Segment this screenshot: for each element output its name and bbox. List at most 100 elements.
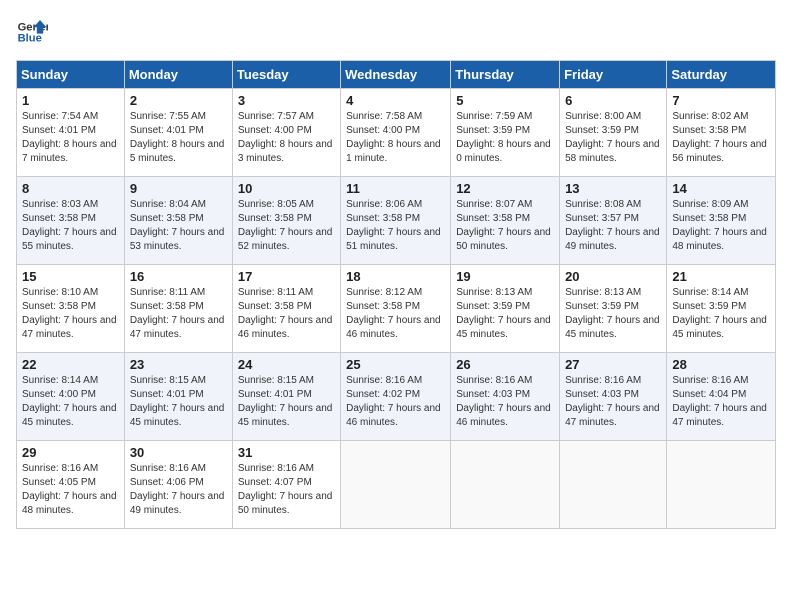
day-info: Sunrise: 8:10 AMSunset: 3:58 PMDaylight:… — [22, 286, 119, 342]
day-number: 18 — [346, 269, 445, 284]
logo: General Blue — [16, 16, 48, 48]
column-header-friday: Friday — [560, 61, 667, 89]
day-number: 27 — [565, 357, 661, 372]
day-info: Sunrise: 7:57 AMSunset: 4:00 PMDaylight:… — [238, 110, 335, 166]
day-cell-30: 30Sunrise: 8:16 AMSunset: 4:06 PMDayligh… — [124, 441, 232, 529]
day-cell-13: 13 Sunrise: 8:08 AMSunset: 3:57 PMDayligh… — [560, 177, 667, 265]
day-info: Sunrise: 8:05 AMSunset: 3:58 PMDaylight:… — [238, 198, 335, 254]
day-cell-5: 5 Sunrise: 7:59 AMSunset: 3:59 PMDaylight… — [451, 89, 560, 177]
day-cell-24: 24Sunrise: 8:15 AMSunset: 4:01 PMDayligh… — [232, 353, 340, 441]
day-info: Sunrise: 8:09 AMSunset: 3:58 PMDaylight:… — [672, 198, 770, 254]
day-cell-27: 27 Sunrise: 8:16 AMSunset: 4:03 PMDayligh… — [560, 353, 667, 441]
calendar-week-row: 15 Sunrise: 8:10 AMSunset: 3:58 PMDayligh… — [17, 265, 776, 353]
column-header-monday: Monday — [124, 61, 232, 89]
day-info: Sunrise: 8:11 AMSunset: 3:58 PMDaylight:… — [130, 286, 227, 342]
day-info: Sunrise: 8:16 AMSunset: 4:04 PMDaylight:… — [672, 374, 770, 430]
svg-text:Blue: Blue — [18, 33, 42, 45]
day-info: Sunrise: 8:06 AMSunset: 3:58 PMDaylight:… — [346, 198, 445, 254]
day-cell-22: 22Sunrise: 8:14 AMSunset: 4:00 PMDayligh… — [17, 353, 125, 441]
day-cell-12: 12 Sunrise: 8:07 AMSunset: 3:58 PMDayligh… — [451, 177, 560, 265]
column-header-wednesday: Wednesday — [341, 61, 451, 89]
day-info: Sunrise: 8:00 AMSunset: 3:59 PMDaylight:… — [565, 110, 661, 166]
svg-text:General: General — [18, 21, 48, 33]
day-cell-29: 29Sunrise: 8:16 AMSunset: 4:05 PMDayligh… — [17, 441, 125, 529]
day-number: 10 — [238, 181, 335, 196]
day-info: Sunrise: 8:11 AMSunset: 3:58 PMDaylight:… — [238, 286, 335, 342]
day-info: Sunrise: 8:02 AMSunset: 3:58 PMDaylight:… — [672, 110, 770, 166]
day-cell-17: 17 Sunrise: 8:11 AMSunset: 3:58 PMDayligh… — [232, 265, 340, 353]
page-header: General Blue — [16, 16, 776, 48]
day-info: Sunrise: 8:08 AMSunset: 3:57 PMDaylight:… — [565, 198, 661, 254]
day-info: Sunrise: 8:16 AMSunset: 4:07 PMDaylight:… — [238, 462, 335, 518]
day-info: Sunrise: 8:14 AMSunset: 3:59 PMDaylight:… — [672, 286, 770, 342]
calendar-week-row: 22Sunrise: 8:14 AMSunset: 4:00 PMDayligh… — [17, 353, 776, 441]
day-cell-16: 16 Sunrise: 8:11 AMSunset: 3:58 PMDayligh… — [124, 265, 232, 353]
day-info: Sunrise: 8:15 AMSunset: 4:01 PMDaylight:… — [130, 374, 227, 430]
day-cell-10: 10 Sunrise: 8:05 AMSunset: 3:58 PMDayligh… — [232, 177, 340, 265]
day-info: Sunrise: 7:58 AMSunset: 4:00 PMDaylight:… — [346, 110, 445, 166]
day-number: 13 — [565, 181, 661, 196]
day-cell-28: 28 Sunrise: 8:16 AMSunset: 4:04 PMDayligh… — [667, 353, 776, 441]
day-number: 7 — [672, 93, 770, 108]
day-info: Sunrise: 8:03 AMSunset: 3:58 PMDaylight:… — [22, 198, 119, 254]
column-header-sunday: Sunday — [17, 61, 125, 89]
day-number: 9 — [130, 181, 227, 196]
day-number: 28 — [672, 357, 770, 372]
day-info: Sunrise: 8:13 AMSunset: 3:59 PMDaylight:… — [565, 286, 661, 342]
day-cell-15: 15 Sunrise: 8:10 AMSunset: 3:58 PMDayligh… — [17, 265, 125, 353]
day-info: Sunrise: 7:55 AMSunset: 4:01 PMDaylight:… — [130, 110, 227, 166]
day-number: 3 — [238, 93, 335, 108]
day-cell-3: 3 Sunrise: 7:57 AMSunset: 4:00 PMDaylight… — [232, 89, 340, 177]
day-number: 2 — [130, 93, 227, 108]
day-cell-11: 11 Sunrise: 8:06 AMSunset: 3:58 PMDayligh… — [341, 177, 451, 265]
day-number: 25 — [346, 357, 445, 372]
day-number: 20 — [565, 269, 661, 284]
day-cell-8: 8 Sunrise: 8:03 AMSunset: 3:58 PMDaylight… — [17, 177, 125, 265]
day-number: 12 — [456, 181, 554, 196]
day-number: 22 — [22, 357, 119, 372]
day-number: 5 — [456, 93, 554, 108]
day-info: Sunrise: 8:16 AMSunset: 4:03 PMDaylight:… — [565, 374, 661, 430]
day-cell-6: 6Sunrise: 8:00 AMSunset: 3:59 PMDaylight… — [560, 89, 667, 177]
day-number: 26 — [456, 357, 554, 372]
day-number: 30 — [130, 445, 227, 460]
day-number: 1 — [22, 93, 119, 108]
column-header-tuesday: Tuesday — [232, 61, 340, 89]
empty-cell — [560, 441, 667, 529]
day-info: Sunrise: 7:59 AMSunset: 3:59 PMDaylight:… — [456, 110, 554, 166]
day-cell-4: 4 Sunrise: 7:58 AMSunset: 4:00 PMDaylight… — [341, 89, 451, 177]
day-info: Sunrise: 8:16 AMSunset: 4:05 PMDaylight:… — [22, 462, 119, 518]
calendar-week-row: 29Sunrise: 8:16 AMSunset: 4:05 PMDayligh… — [17, 441, 776, 529]
day-number: 4 — [346, 93, 445, 108]
day-number: 8 — [22, 181, 119, 196]
calendar-table: SundayMondayTuesdayWednesdayThursdayFrid… — [16, 60, 776, 529]
day-info: Sunrise: 8:16 AMSunset: 4:02 PMDaylight:… — [346, 374, 445, 430]
day-info: Sunrise: 8:16 AMSunset: 4:03 PMDaylight:… — [456, 374, 554, 430]
day-number: 17 — [238, 269, 335, 284]
calendar-week-row: 1 Sunrise: 7:54 AMSunset: 4:01 PMDaylight… — [17, 89, 776, 177]
day-cell-23: 23 Sunrise: 8:15 AMSunset: 4:01 PMDayligh… — [124, 353, 232, 441]
calendar-body: 1 Sunrise: 7:54 AMSunset: 4:01 PMDaylight… — [17, 89, 776, 529]
day-number: 31 — [238, 445, 335, 460]
day-cell-2: 2 Sunrise: 7:55 AMSunset: 4:01 PMDaylight… — [124, 89, 232, 177]
day-number: 15 — [22, 269, 119, 284]
day-info: Sunrise: 7:54 AMSunset: 4:01 PMDaylight:… — [22, 110, 119, 166]
day-cell-21: 21 Sunrise: 8:14 AMSunset: 3:59 PMDayligh… — [667, 265, 776, 353]
day-cell-20: 20 Sunrise: 8:13 AMSunset: 3:59 PMDayligh… — [560, 265, 667, 353]
day-info: Sunrise: 8:07 AMSunset: 3:58 PMDaylight:… — [456, 198, 554, 254]
day-cell-31: 31 Sunrise: 8:16 AMSunset: 4:07 PMDayligh… — [232, 441, 340, 529]
day-cell-1: 1 Sunrise: 7:54 AMSunset: 4:01 PMDaylight… — [17, 89, 125, 177]
day-number: 16 — [130, 269, 227, 284]
empty-cell — [667, 441, 776, 529]
day-cell-25: 25 Sunrise: 8:16 AMSunset: 4:02 PMDayligh… — [341, 353, 451, 441]
day-cell-26: 26 Sunrise: 8:16 AMSunset: 4:03 PMDayligh… — [451, 353, 560, 441]
day-cell-9: 9Sunrise: 8:04 AMSunset: 3:58 PMDaylight… — [124, 177, 232, 265]
day-number: 11 — [346, 181, 445, 196]
empty-cell — [451, 441, 560, 529]
day-number: 14 — [672, 181, 770, 196]
logo-icon: General Blue — [16, 16, 48, 48]
day-number: 21 — [672, 269, 770, 284]
day-info: Sunrise: 8:15 AMSunset: 4:01 PMDaylight:… — [238, 374, 335, 430]
calendar-header-row: SundayMondayTuesdayWednesdayThursdayFrid… — [17, 61, 776, 89]
day-number: 23 — [130, 357, 227, 372]
